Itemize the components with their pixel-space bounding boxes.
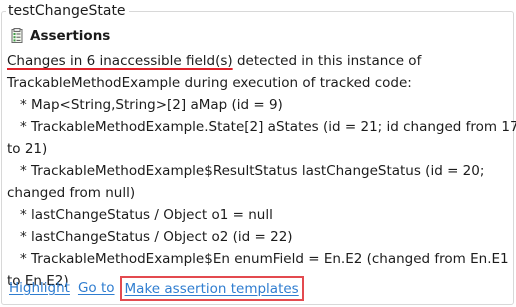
make-assertion-templates-link[interactable]: Make assertion templates [119, 275, 304, 301]
action-links: Highlight Go to Make assertion templates [9, 275, 304, 301]
field-change-item: * lastChangeStatus / Object o1 = null [20, 207, 273, 223]
highlight-link[interactable]: Highlight [9, 278, 70, 298]
field-change-item: * Map<String,String>[2] aMap (id = 9) [20, 97, 283, 113]
field-change-item: * TrackableMethodExample$ResultStatus la… [20, 163, 485, 179]
field-change-item: * lastChangeStatus / Object o2 (id = 22) [20, 229, 293, 245]
field-change-continuation: changed from null) [7, 185, 136, 201]
assertions-list-icon [9, 28, 25, 44]
message-line-1-rest: detected in this instance of [232, 53, 422, 69]
field-change-item: * TrackableMethodExample.State[2] aState… [20, 119, 516, 135]
changes-count-text: Changes in 6 inaccessible field(s) [7, 53, 233, 69]
assertion-message: Changes in 6 inaccessible field(s) detec… [7, 50, 516, 292]
section-header: Assertions [9, 27, 110, 45]
panel-title: testChangeState [6, 1, 129, 21]
goto-link[interactable]: Go to [78, 278, 115, 298]
assertions-panel: testChangeState Assertions Changes in 6 … [0, 0, 516, 307]
message-line-1: Changes in 6 inaccessible field(s) detec… [7, 50, 511, 72]
field-change-item: * TrackableMethodExample$En enumField = … [20, 251, 509, 267]
message-line: TrackableMethodExample during execution … [7, 75, 412, 91]
field-change-continuation: to 21) [7, 141, 48, 157]
section-title: Assertions [30, 28, 111, 44]
